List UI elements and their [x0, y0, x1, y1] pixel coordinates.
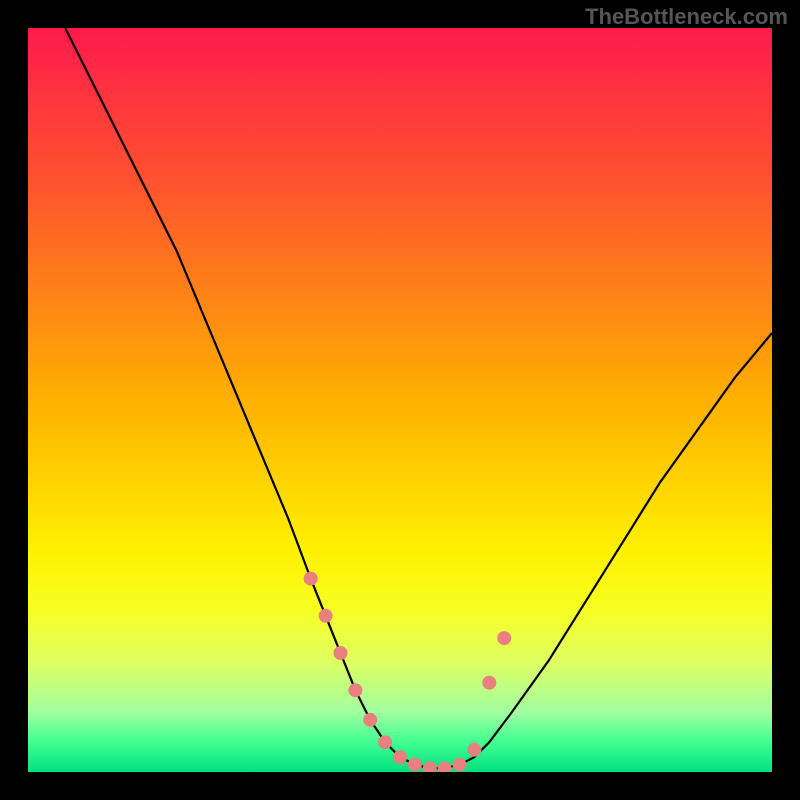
data-point: [348, 683, 362, 697]
data-point: [334, 646, 348, 660]
data-point: [453, 758, 467, 772]
data-point: [423, 761, 437, 772]
data-point: [408, 758, 422, 772]
chart-overlay-svg: [28, 28, 772, 772]
data-point: [393, 750, 407, 764]
data-point: [378, 735, 392, 749]
data-point: [467, 743, 481, 757]
data-point: [438, 761, 452, 772]
data-dots: [304, 572, 512, 772]
watermark-text: TheBottleneck.com: [585, 4, 788, 30]
bottleneck-curve: [65, 28, 772, 768]
data-point: [482, 676, 496, 690]
data-point: [497, 631, 511, 645]
data-point: [304, 572, 318, 586]
data-point: [319, 609, 333, 623]
data-point: [363, 713, 377, 727]
curve-line: [65, 28, 772, 768]
